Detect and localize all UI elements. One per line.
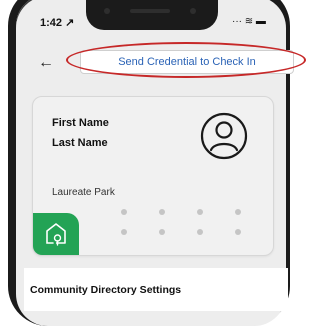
home-location-icon [46,223,66,246]
phone-notch [86,0,218,30]
dot [121,209,127,215]
settings-panel: Community Directory Settings [24,268,288,311]
dot [159,229,165,235]
settings-title: Community Directory Settings [30,284,182,296]
user-circle-icon [200,112,248,160]
dot [197,229,203,235]
dot [235,209,241,215]
community-name: Laureate Park [52,187,115,198]
dot [159,209,165,215]
first-name: First Name [52,117,109,129]
phone-screen: 1:42 ↗ ··· ≋ ▬ ← Send Credential to Chec… [0,0,306,326]
last-name: Last Name [52,137,108,149]
sensor-dot [190,8,196,14]
dot [235,229,241,235]
credential-card: First Name Last Name Laureate Park [32,96,274,256]
dot-grid [121,209,271,243]
dot [197,209,203,215]
status-time: 1:42 ↗ [40,17,75,29]
dot [121,229,127,235]
community-badge [33,213,79,255]
speaker-slot [130,9,170,13]
highlight-ring [66,42,306,78]
arrow-left-icon[interactable]: ← [38,54,56,72]
camera-dot [104,8,110,14]
status-icons: ··· ≋ ▬ [232,16,266,27]
header-row: ← Send Credential to Check In [24,42,306,78]
